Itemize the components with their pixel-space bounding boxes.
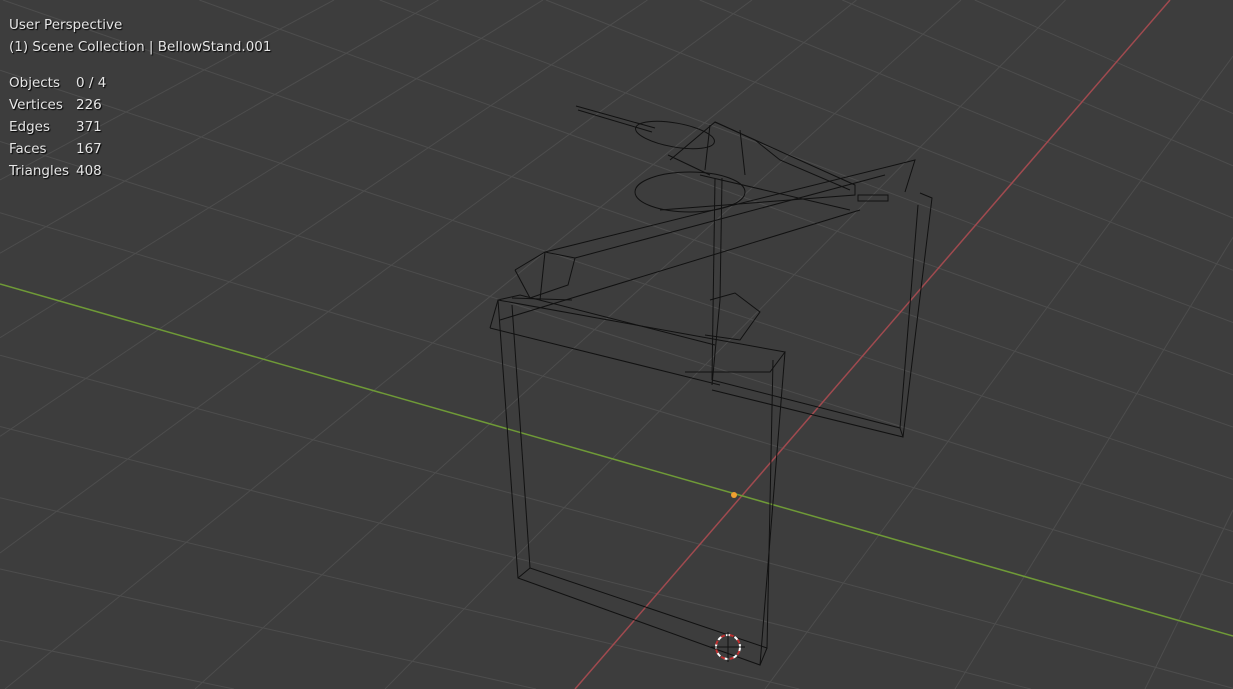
grid-line [842,0,1233,167]
collection-line: (1) Scene Collection | BellowStand.001 [9,39,272,55]
grid-line [1144,509,1233,689]
bellow-stand-wireframe[interactable] [489,105,933,666]
grid-line [0,497,800,689]
stat-row: Faces 167 [9,141,102,157]
stat-row: Objects 0 / 4 [9,75,107,91]
stat-row: Edges 371 [9,119,102,135]
3d-viewport[interactable]: User Perspective (1) Scene Collection | … [0,0,1233,689]
stat-row: Triangles 408 [9,163,102,179]
viewport-info-overlay: User Perspective (1) Scene Collection | … [9,14,271,182]
grid-line [194,0,962,689]
grid-line [379,0,1233,323]
grid-line [0,568,537,689]
stat-row: Vertices 226 [9,97,102,113]
scene-statistics: Objects 0 / 4 Vertices 226 Edges 371 Faces 1… [9,72,271,182]
x-axis-line [574,0,1171,689]
origin-point [731,492,737,498]
grid-line [0,212,1233,585]
grid-line [699,0,1233,219]
grid-line [0,354,1233,689]
grid-line [954,236,1233,689]
view-name: User Perspective [9,17,123,33]
grid-line [384,0,1066,689]
grid-line [764,55,1233,689]
grid-line [0,426,1031,689]
grid-line [974,0,1233,114]
grid-line [545,0,1233,271]
